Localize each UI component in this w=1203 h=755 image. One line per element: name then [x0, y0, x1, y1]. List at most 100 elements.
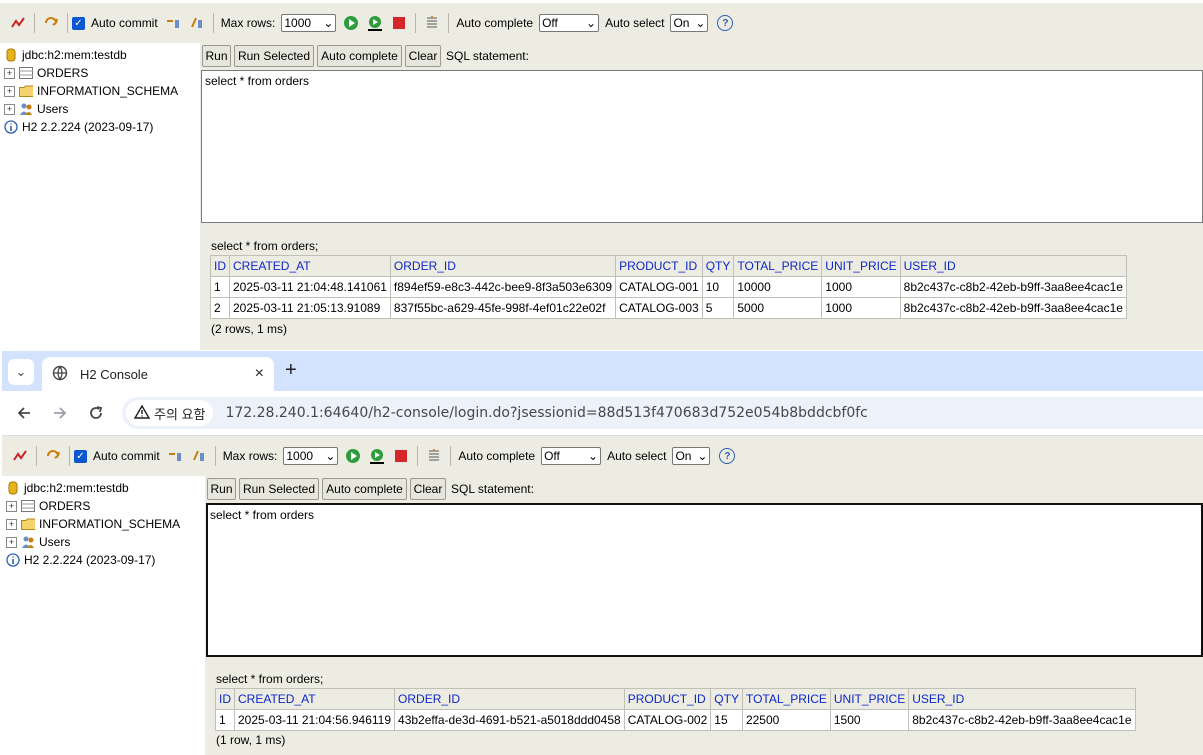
max-rows-select[interactable]: 1000 ⌄ [283, 447, 339, 465]
auto-commit-label: Auto commit [91, 16, 158, 30]
back-icon[interactable] [12, 401, 36, 425]
auto-complete-select[interactable]: Off ⌄ [541, 447, 602, 465]
stop-icon[interactable] [389, 13, 409, 33]
expand-icon[interactable]: + [4, 103, 15, 115]
toolbar-separator [417, 446, 419, 466]
tree-item-label: INFORMATION_SCHEMA [39, 517, 181, 531]
column-header[interactable]: ID [215, 688, 235, 710]
tree-item-users[interactable]: + Users [0, 100, 200, 118]
table-cell: CATALOG-003 [615, 297, 703, 319]
rollback-icon[interactable] [165, 446, 185, 466]
clear-button[interactable]: Clear [405, 45, 441, 67]
tab-search-button[interactable]: ⌄ [8, 359, 34, 385]
table-cell: 1000 [821, 297, 901, 319]
column-header[interactable]: ORDER_ID [389, 255, 617, 277]
auto-complete-button[interactable]: Auto complete [317, 45, 402, 67]
chevron-down-icon: ⌄ [15, 364, 27, 379]
column-header[interactable]: CREATED_AT [229, 255, 391, 277]
auto-complete-button[interactable]: Auto complete [322, 478, 407, 500]
table-cell: 837f55bc-a629-45fe-998f-4ef01c22e02f [389, 297, 617, 319]
run-selected-icon[interactable] [365, 13, 385, 33]
run-selected-button[interactable]: Run Selected [234, 45, 314, 67]
column-header[interactable]: QTY [710, 688, 743, 710]
tree-connection[interactable]: jdbc:h2:mem:testdb [2, 479, 202, 497]
stop-icon[interactable] [391, 446, 411, 466]
table-cell: 2025-03-11 21:05:13.91089 [229, 297, 391, 319]
run-icon[interactable] [341, 13, 361, 33]
run-selected-icon[interactable] [367, 446, 387, 466]
url-text[interactable]: 172.28.240.1:64640/h2-console/login.do?j… [225, 405, 867, 421]
tree-item-orders[interactable]: + ORDERS [2, 497, 202, 515]
close-icon[interactable]: × [255, 365, 264, 383]
refresh-icon[interactable] [43, 446, 63, 466]
history-icon[interactable] [424, 446, 444, 466]
security-warning-chip[interactable]: 주의 요함 [126, 400, 214, 426]
auto-commit-checkbox[interactable]: ✓ [74, 449, 87, 463]
tree-item-users[interactable]: + Users [2, 533, 202, 551]
address-bar[interactable]: 주의 요함 172.28.240.1:64640/h2-console/logi… [122, 397, 1203, 429]
tree-item-orders[interactable]: + ORDERS [0, 64, 200, 82]
expand-icon[interactable]: + [6, 518, 17, 530]
run-button[interactable]: Run [207, 478, 236, 500]
column-header[interactable]: CREATED_AT [233, 688, 396, 710]
column-header[interactable]: PRODUCT_ID [615, 255, 703, 277]
tree-item-information-schema[interactable]: + INFORMATION_SCHEMA [0, 82, 200, 100]
auto-select-value: On [675, 449, 692, 463]
commit-icon[interactable] [189, 446, 209, 466]
tree-item-label: Users [39, 535, 71, 549]
sql-editor[interactable]: select * from orders [206, 503, 1203, 657]
auto-complete-value: Off [544, 449, 560, 463]
column-header[interactable]: ID [210, 255, 230, 277]
security-warning-label: 주의 요함 [154, 406, 206, 422]
tree-connection[interactable]: jdbc:h2:mem:testdb [0, 46, 200, 64]
auto-commit-checkbox[interactable]: ✓ [72, 16, 85, 30]
tree-item-label: INFORMATION_SCHEMA [37, 84, 179, 98]
refresh-icon[interactable] [41, 13, 61, 33]
table-cell: 43b2effa-de3d-4691-b521-a5018ddd0458 [394, 709, 625, 731]
reload-icon[interactable] [84, 401, 108, 425]
auto-select-select[interactable]: On ⌄ [672, 447, 711, 465]
table-cell: 15 [710, 709, 743, 731]
tree-item-information-schema[interactable]: + INFORMATION_SCHEMA [2, 515, 202, 533]
help-icon[interactable]: ? [719, 448, 736, 464]
forward-icon[interactable] [48, 401, 72, 425]
auto-select-select[interactable]: On ⌄ [670, 14, 709, 32]
column-header[interactable]: USER_ID [899, 255, 1127, 277]
auto-complete-select[interactable]: Off ⌄ [539, 14, 600, 32]
rollback-icon[interactable] [163, 13, 183, 33]
auto-select-label: Auto select [607, 449, 667, 463]
help-icon[interactable]: ? [717, 15, 734, 31]
column-header[interactable]: USER_ID [908, 688, 1136, 710]
expand-icon[interactable]: + [4, 67, 15, 79]
column-header[interactable]: TOTAL_PRICE [741, 688, 831, 710]
column-header[interactable]: QTY [701, 255, 735, 277]
clear-button[interactable]: Clear [410, 478, 446, 500]
column-header[interactable]: TOTAL_PRICE [733, 255, 823, 277]
expand-icon[interactable]: + [6, 500, 17, 512]
toolbar-separator [212, 13, 214, 33]
commit-icon[interactable] [187, 13, 207, 33]
run-icon[interactable] [343, 446, 363, 466]
table-cell: f894ef59-e8c3-442c-bee9-8f3a503e6309 [389, 276, 617, 298]
table-cell: 10 [701, 276, 735, 298]
new-tab-button[interactable]: + [285, 359, 297, 382]
history-icon[interactable] [422, 13, 442, 33]
disconnect-icon[interactable] [10, 446, 30, 466]
sql-editor[interactable]: select * from orders [201, 70, 1203, 223]
column-header[interactable]: PRODUCT_ID [623, 688, 712, 710]
expand-icon[interactable]: + [4, 85, 15, 97]
toolbar: ✓ Auto commit Max rows: 1000 ⌄ Auto compl… [2, 436, 1203, 476]
run-selected-button[interactable]: Run Selected [239, 478, 319, 500]
expand-icon[interactable]: + [6, 536, 17, 548]
table-icon [21, 499, 35, 513]
column-header[interactable]: UNIT_PRICE [829, 688, 910, 710]
run-button[interactable]: Run [202, 45, 231, 67]
column-header[interactable]: ORDER_ID [394, 688, 625, 710]
tab-h2-console[interactable]: H2 Console × [42, 357, 274, 391]
auto-complete-label: Auto complete [456, 16, 534, 30]
max-rows-select[interactable]: 1000 ⌄ [281, 14, 337, 32]
disconnect-icon[interactable] [8, 13, 28, 33]
column-header[interactable]: UNIT_PRICE [821, 255, 901, 277]
globe-icon [52, 365, 68, 384]
table-cell: CATALOG-002 [623, 709, 712, 731]
